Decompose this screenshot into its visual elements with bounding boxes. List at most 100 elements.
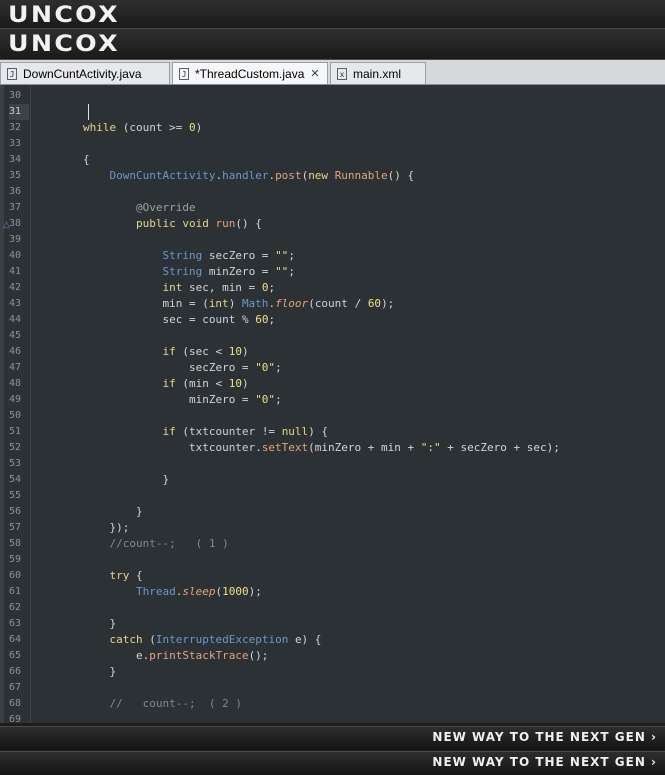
line-number: 40 [9,250,22,261]
code-line[interactable]: 55 [0,488,665,504]
code-line[interactable]: 31 [0,104,665,120]
code-line[interactable]: 60 try { [0,568,665,584]
line-number: 42 [9,282,22,293]
code-line[interactable]: 66 } [0,664,665,680]
code-line[interactable]: 33 [0,136,665,152]
code-text: if (sec < 10) [162,345,249,358]
code-line[interactable]: 59 [0,552,665,568]
line-number: 67 [9,682,22,693]
code-line[interactable]: 50 [0,408,665,424]
code-text: sec = count % 60; [162,313,276,326]
code-line[interactable]: 62 [0,600,665,616]
line-number: 30 [9,90,22,101]
code-text: } [109,617,117,630]
line-number: 49 [9,394,22,405]
tab-label: main.xml [353,66,402,81]
footer-tagline: NEW WAY TO THE NEXT GEN › [432,730,657,744]
text-caret [88,104,89,120]
line-number: 61 [9,586,22,597]
code-line[interactable]: 57 }); [0,520,665,536]
code-line[interactable]: 63 } [0,616,665,632]
second-banner: UNCOX [0,29,665,60]
code-line[interactable]: 58 //count--; ( 1 ) [0,536,665,552]
line-number: 41 [9,266,22,277]
code-line[interactable]: 54 } [0,472,665,488]
top-banner: UNCOX [0,0,665,29]
line-number: 34 [9,154,22,165]
code-text: DownCuntActivity.handler.post(new Runnab… [109,169,415,182]
code-text: try { [109,569,143,582]
line-number: 57 [9,522,22,533]
line-number: 38 [9,218,22,229]
editor-tab-bar: J DownCuntActivity.java J *ThreadCustom.… [0,60,665,85]
line-number: 33 [9,138,22,149]
code-line[interactable]: 32 while (count >= 0) [0,120,665,136]
code-text: if (txtcounter != null) { [162,425,329,438]
line-number: 62 [9,602,22,613]
code-line[interactable]: 43 min = (int) Math.floor(count / 60); [0,296,665,312]
code-line[interactable]: 65 e.printStackTrace(); [0,648,665,664]
code-line[interactable]: 42 int sec, min = 0; [0,280,665,296]
code-line[interactable]: 47 secZero = "0"; [0,360,665,376]
code-line[interactable]: 52 txtcounter.setText(minZero + min + ":… [0,440,665,456]
code-line[interactable]: 56 } [0,504,665,520]
code-line[interactable]: 40 String secZero = ""; [0,248,665,264]
code-line[interactable]: 68 // count--; ( 2 ) [0,696,665,712]
code-line[interactable]: 38 public void run() { [0,216,665,232]
code-line[interactable]: 36 [0,184,665,200]
code-line[interactable]: 49 minZero = "0"; [0,392,665,408]
line-number: 37 [9,202,22,213]
java-file-icon: J [7,67,17,80]
code-line[interactable]: 39 [0,232,665,248]
code-text: } [162,473,170,486]
line-number: 66 [9,666,22,677]
uncox-logo: UNCOX [8,3,120,28]
xml-file-icon: x [337,67,347,80]
line-number: 63 [9,618,22,629]
tab-main-xml[interactable]: x main.xml [330,62,426,84]
line-number: 65 [9,650,22,661]
footer-banner-1: NEW WAY TO THE NEXT GEN › [0,726,665,750]
line-number: 43 [9,298,22,309]
code-line[interactable]: 41 String minZero = ""; [0,264,665,280]
line-number: 54 [9,474,22,485]
line-number: 60 [9,570,22,581]
code-line[interactable]: 53 [0,456,665,472]
line-number: 59 [9,554,22,565]
line-number: 51 [9,426,22,437]
uncox-logo-2: UNCOX [8,32,120,57]
code-line[interactable]: 37 @Override [0,200,665,216]
code-line[interactable]: 67 [0,680,665,696]
line-number: 32 [9,122,22,133]
code-text: @Override [135,201,196,214]
code-text: catch (InterruptedException e) { [109,633,322,646]
code-editor[interactable]: 30 31 32 while (count >= 0) 33 34 {35 DownCu… [0,85,665,723]
line-number: 47 [9,362,22,373]
line-number: 53 [9,458,22,469]
code-line[interactable]: 44 sec = count % 60; [0,312,665,328]
close-icon[interactable]: ✕ [310,67,319,80]
tab-label: DownCuntActivity.java [23,66,142,81]
code-text: while (count >= 0) [82,121,203,134]
code-line[interactable]: 30 [0,88,665,104]
line-number: 52 [9,442,22,453]
code-text: public void run() { [135,217,262,230]
code-line[interactable]: 61 Thread.sleep(1000); [0,584,665,600]
code-line[interactable]: 35 DownCuntActivity.handler.post(new Run… [0,168,665,184]
code-line[interactable]: 46 if (sec < 10) [0,344,665,360]
line-number: 50 [9,410,22,421]
code-line[interactable]: 34 { [0,152,665,168]
code-line[interactable]: 64 catch (InterruptedException e) { [0,632,665,648]
code-text: { [82,153,90,166]
code-line[interactable]: 45 [0,328,665,344]
code-line[interactable]: 51 if (txtcounter != null) { [0,424,665,440]
code-text: }); [109,521,130,534]
code-line[interactable]: 69 [0,712,665,723]
code-line[interactable]: 48 if (min < 10) [0,376,665,392]
line-number: 68 [9,698,22,709]
line-number: 31 [9,104,29,120]
code-text: minZero = "0"; [188,393,282,406]
tab-threadcustom[interactable]: J *ThreadCustom.java ✕ [172,62,328,84]
line-number: 69 [9,714,22,723]
tab-downcuntactivity[interactable]: J DownCuntActivity.java [0,62,170,84]
